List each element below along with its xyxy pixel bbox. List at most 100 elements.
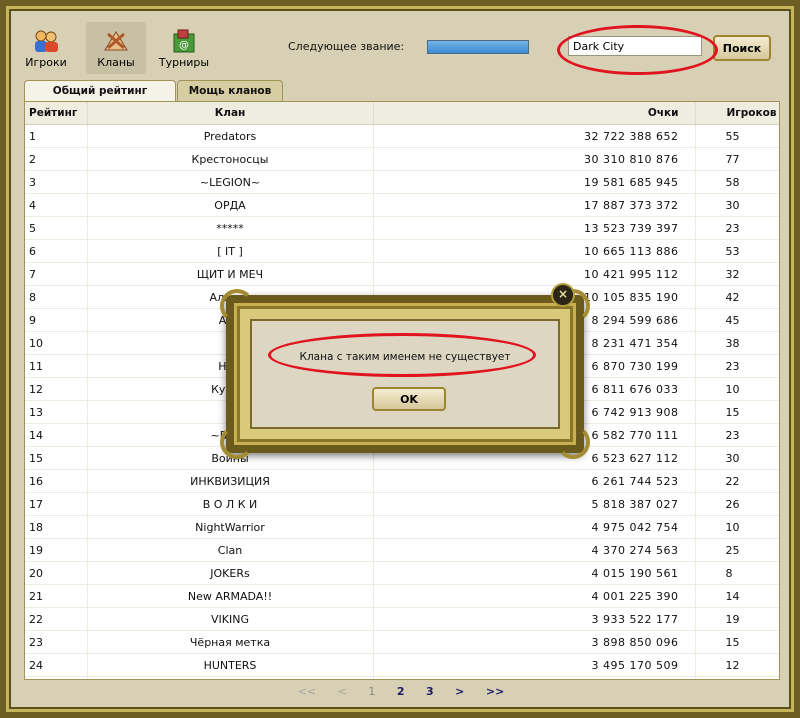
cell-players: 45 (695, 308, 779, 332)
cell-players: 42 (695, 285, 779, 309)
clans-icon (104, 31, 128, 51)
next-page-button[interactable]: > (455, 682, 464, 702)
page-2-link[interactable]: 2 (397, 682, 405, 702)
cell-points: 4 001 225 390 (373, 584, 696, 608)
cell-players: 55 (695, 124, 779, 148)
col-rating-header[interactable]: Рейтинг (25, 102, 88, 125)
cell-points: 13 523 739 397 (373, 216, 696, 240)
cell-clan: ~LEGION~ (87, 170, 374, 194)
table-row[interactable]: 23 Чёрная метка 3 898 850 096 15 (25, 630, 779, 654)
cell-rating: 3 (25, 170, 88, 194)
cell-clan: Clan (87, 538, 374, 562)
cell-players: 14 (695, 584, 779, 608)
cell-clan: ИНКВИЗИЦИЯ (87, 469, 374, 493)
table-row[interactable]: 7 ЩИТ И МЕЧ 10 421 995 112 32 (25, 262, 779, 286)
cell-points: 10 665 113 886 (373, 239, 696, 263)
cell-rating: 12 (25, 377, 88, 401)
cell-clan: New ARMADA!! (87, 584, 374, 608)
table-row[interactable]: 20 JOKERs 4 015 190 561 8 (25, 561, 779, 585)
tournaments-icon: @ (173, 29, 195, 53)
cell-clan: В О Л К И (87, 492, 374, 516)
search-button[interactable]: Поиск (713, 35, 771, 61)
dialog-message: Клана с таким именем не существует (299, 351, 511, 363)
tab-clan-power[interactable]: Мощь кланов (177, 80, 283, 101)
last-page-button[interactable]: >> (486, 682, 504, 702)
table-row[interactable]: 2 Крестоносцы 30 310 810 876 77 (25, 147, 779, 171)
cell-points: 10 421 995 112 (373, 262, 696, 286)
cell-points: 5 818 387 027 (373, 492, 696, 516)
table-row[interactable]: 22 VIKING 3 933 522 177 19 (25, 607, 779, 631)
prev-page-button[interactable]: < (338, 682, 347, 702)
cell-clan: Крестоносцы (87, 147, 374, 171)
cell-clan: ОРДА (87, 193, 374, 217)
cell-rating: 17 (25, 492, 88, 516)
col-points-header[interactable]: Очки (373, 102, 696, 125)
cell-players: 53 (695, 239, 779, 263)
cell-points: 4 975 042 754 (373, 515, 696, 539)
col-players-header[interactable]: Игроков (695, 102, 779, 125)
cell-rating: 8 (25, 285, 88, 309)
cell-clan: JOKERs (87, 561, 374, 585)
cell-players: 10 (695, 515, 779, 539)
cell-rating: 21 (25, 584, 88, 608)
cell-rating: 24 (25, 653, 88, 677)
cell-clan: HUNTERS (87, 653, 374, 677)
nav-tournaments-label: Турниры (158, 56, 210, 69)
ornament-bottom-right (556, 425, 590, 459)
tab-overall-rating[interactable]: Общий рейтинг кланов (24, 80, 176, 117)
cell-rating: 2 (25, 147, 88, 171)
table-row[interactable]: 16 ИНКВИЗИЦИЯ 6 261 744 523 22 (25, 469, 779, 493)
table-row[interactable]: 4 ОРДА 17 887 373 372 30 (25, 193, 779, 217)
cell-players: 12 (695, 653, 779, 677)
next-rank-label: Следующее звание: (288, 40, 405, 53)
nav-tournaments-button[interactable]: @ Турниры (154, 22, 214, 74)
table-row[interactable]: 21 New ARMADA!! 4 001 225 390 14 (25, 584, 779, 608)
table-row[interactable]: 17 В О Л К И5 818 387 027 26 (25, 492, 779, 516)
col-clan-header[interactable]: Клан (87, 102, 374, 125)
nav-players-button[interactable]: Игроки (16, 22, 76, 74)
table-row[interactable]: 25пентагон3 413 353 92216 (25, 676, 779, 679)
cell-rating: 4 (25, 193, 88, 217)
table-row[interactable]: 24 HUNTERS 3 495 170 509 12 (25, 653, 779, 677)
cell-rating: 20 (25, 561, 88, 585)
cell-rating: 15 (25, 446, 88, 470)
cell-rating: 22 (25, 607, 88, 631)
cell-players: 30 (695, 446, 779, 470)
cell-rating: 11 (25, 354, 88, 378)
table-row[interactable]: 3 ~LEGION~ 19 581 685 945 58 (25, 170, 779, 194)
cell-clan: NightWarrior (87, 515, 374, 539)
cell-players: 15 (695, 400, 779, 424)
nav-clans-button[interactable]: Кланы (86, 22, 146, 74)
cell-players: 23 (695, 216, 779, 240)
cell-rating: 10 (25, 331, 88, 355)
dialog-close-icon[interactable]: × (551, 283, 575, 307)
pagination: << < 1 2 3 > >> (24, 682, 778, 702)
cell-rating: 1 (25, 124, 88, 148)
table-row[interactable]: 19 Clan 4 370 274 563 25 (25, 538, 779, 562)
cell-players: 15 (695, 630, 779, 654)
table-row[interactable]: 18 NightWarrior 4 975 042 754 10 (25, 515, 779, 539)
cell-points: 3 898 850 096 (373, 630, 696, 654)
svg-text:@: @ (179, 40, 189, 51)
cell-points: 17 887 373 372 (373, 193, 696, 217)
page-3-link[interactable]: 3 (426, 682, 434, 702)
players-icon (35, 30, 58, 52)
cell-rating: 5 (25, 216, 88, 240)
cell-clan: ЩИТ И МЕЧ (87, 262, 374, 286)
cell-clan: [ IT ] (87, 239, 374, 263)
page-1-link[interactable]: 1 (368, 682, 375, 702)
table-row[interactable]: 1 Predators 32 722 388 652 55 (25, 124, 779, 148)
cell-rating: 16 (25, 469, 88, 493)
cell-players: 32 (695, 262, 779, 286)
table-row[interactable]: 5 ***** 13 523 739 397 23 (25, 216, 779, 240)
table-header-row: Рейтинг Клан Очки Игроков (25, 102, 779, 125)
ornament-bottom-left (220, 425, 254, 459)
cell-points: 4 370 274 563 (373, 538, 696, 562)
cell-rating: 7 (25, 262, 88, 286)
clan-search-input[interactable] (568, 36, 702, 56)
dialog-ok-button[interactable]: OK (372, 387, 446, 411)
cell-rating: 6 (25, 239, 88, 263)
table-row[interactable]: 6[ IT ] 10 665 113 886 53 (25, 239, 779, 263)
first-page-button[interactable]: << (298, 682, 316, 702)
cell-players: 10 (695, 377, 779, 401)
